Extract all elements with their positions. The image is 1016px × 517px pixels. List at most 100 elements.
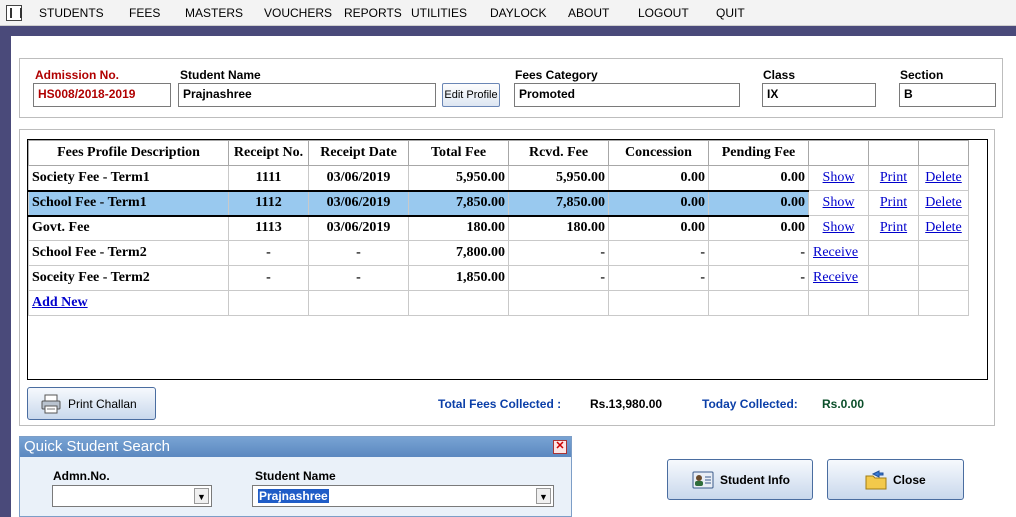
menu-daylock[interactable]: DAYLOCK xyxy=(490,6,546,20)
admn-no-select[interactable]: ▼ xyxy=(52,485,212,507)
fees-category-label: Fees Category xyxy=(515,68,598,82)
edit-profile-button[interactable]: Edit Profile xyxy=(442,83,500,107)
add-new-row: Add New xyxy=(28,290,969,316)
cell-receipt-no: - xyxy=(228,265,309,291)
empty-cell xyxy=(228,290,309,316)
cell-receipt-date: 03/06/2019 xyxy=(308,165,409,191)
student-name-selected-value: Prajnashree xyxy=(258,489,329,503)
col-header-action-1 xyxy=(808,140,869,166)
section-field[interactable]: B xyxy=(899,83,996,107)
cell-pending-fee: 0.00 xyxy=(708,189,809,217)
table-row[interactable]: Soceity Fee - Term2 - - 1,850.00 - - - R… xyxy=(28,265,969,291)
admn-no-label: Admn.No. xyxy=(53,469,110,483)
student-name-label: Student Name xyxy=(180,68,261,82)
app-logo-icon xyxy=(6,5,22,21)
chevron-down-icon[interactable]: ▼ xyxy=(194,488,209,504)
delete-link[interactable]: Delete xyxy=(918,165,969,191)
empty-cell xyxy=(868,290,919,316)
cell-pending-fee: - xyxy=(708,265,809,291)
print-link[interactable]: Print xyxy=(868,190,919,216)
menu-vouchers[interactable]: VOUCHERS xyxy=(264,6,332,20)
cell-concession: 0.00 xyxy=(608,189,709,217)
print-link[interactable]: Print xyxy=(868,215,919,241)
cell-receipt-no: 1113 xyxy=(228,215,309,241)
table-row[interactable]: School Fee - Term2 - - 7,800.00 - - - Re… xyxy=(28,240,969,266)
col-header-pending-fee: Pending Fee xyxy=(708,140,809,166)
chevron-down-icon[interactable]: ▼ xyxy=(536,488,551,504)
close-icon[interactable]: ✕ xyxy=(553,440,567,454)
cell-rcvd-fee: 5,950.00 xyxy=(508,165,609,191)
menu-logout[interactable]: LOGOUT xyxy=(638,6,689,20)
col-header-description: Fees Profile Description xyxy=(28,140,229,166)
show-link[interactable]: Show xyxy=(808,215,869,241)
empty-cell xyxy=(868,265,919,291)
cell-receipt-date: 03/06/2019 xyxy=(308,215,409,241)
empty-cell xyxy=(808,290,869,316)
admission-no-label: Admission No. xyxy=(35,68,120,82)
student-name-field[interactable]: Prajnashree xyxy=(178,83,436,107)
show-link[interactable]: Show xyxy=(808,190,869,216)
table-row[interactable]: Govt. Fee 1113 03/06/2019 180.00 180.00 … xyxy=(28,215,969,241)
quick-student-name-label: Student Name xyxy=(255,469,336,483)
receive-link[interactable]: Receive xyxy=(808,265,869,291)
cell-pending-fee: 0.00 xyxy=(708,215,809,241)
menu-reports[interactable]: REPORTS xyxy=(344,6,402,20)
total-collected-label: Total Fees Collected : xyxy=(438,397,562,411)
table-header-row: Fees Profile Description Receipt No. Rec… xyxy=(28,140,969,166)
empty-cell xyxy=(918,240,969,266)
cell-receipt-date: - xyxy=(308,265,409,291)
cell-description: Soceity Fee - Term2 xyxy=(28,265,229,291)
col-header-total-fee: Total Fee xyxy=(408,140,509,166)
table-row[interactable]: Society Fee - Term1 1111 03/06/2019 5,95… xyxy=(28,165,969,191)
empty-cell xyxy=(918,290,969,316)
close-button[interactable]: Close xyxy=(827,459,964,500)
menu-masters[interactable]: MASTERS xyxy=(185,6,243,20)
cell-receipt-no: - xyxy=(228,240,309,266)
student-info-label: Student Info xyxy=(720,472,790,487)
empty-cell xyxy=(508,290,609,316)
id-card-icon xyxy=(692,471,714,489)
student-name-select[interactable]: Prajnashree ▼ xyxy=(252,485,554,507)
cell-rcvd-fee: - xyxy=(508,240,609,266)
col-header-action-2 xyxy=(868,140,919,166)
admission-no-field[interactable]: HS008/2018-2019 xyxy=(33,83,171,107)
cell-description: School Fee - Term1 xyxy=(28,189,229,217)
fees-grid: Fees Profile Description Receipt No. Rec… xyxy=(27,139,988,380)
empty-cell xyxy=(868,240,919,266)
menu-bar: STUDENTS FEES MASTERS VOUCHERS REPORTS U… xyxy=(0,0,1016,26)
receive-link[interactable]: Receive xyxy=(808,240,869,266)
menu-utilities[interactable]: UTILITIES xyxy=(411,6,467,20)
cell-total-fee: 7,850.00 xyxy=(408,189,509,217)
cell-receipt-no: 1112 xyxy=(228,189,309,217)
table-row-selected[interactable]: School Fee - Term1 1112 03/06/2019 7,850… xyxy=(28,189,969,217)
quick-search-title: Quick Student Search xyxy=(20,437,571,457)
add-new-link[interactable]: Add New xyxy=(28,290,229,316)
fees-category-field[interactable]: Promoted xyxy=(514,83,740,107)
total-collected-value: Rs.13,980.00 xyxy=(590,397,663,411)
cell-concession: 0.00 xyxy=(608,215,709,241)
col-header-action-3 xyxy=(918,140,969,166)
cell-description: Govt. Fee xyxy=(28,215,229,241)
menu-fees[interactable]: FEES xyxy=(129,6,160,20)
cell-concession: 0.00 xyxy=(608,165,709,191)
menu-students[interactable]: STUDENTS xyxy=(39,6,104,20)
cell-concession: - xyxy=(608,265,709,291)
student-info-button[interactable]: Student Info xyxy=(667,459,813,500)
col-header-receipt-date: Receipt Date xyxy=(308,140,409,166)
cell-concession: - xyxy=(608,240,709,266)
print-challan-button[interactable]: Print Challan xyxy=(27,387,156,420)
empty-cell xyxy=(308,290,409,316)
menu-quit[interactable]: QUIT xyxy=(716,6,745,20)
delete-link[interactable]: Delete xyxy=(918,215,969,241)
empty-cell xyxy=(918,265,969,291)
fees-table: Fees Profile Description Receipt No. Rec… xyxy=(28,140,969,316)
print-link[interactable]: Print xyxy=(868,165,919,191)
empty-cell xyxy=(608,290,709,316)
class-field[interactable]: IX xyxy=(762,83,876,107)
menu-about[interactable]: ABOUT xyxy=(568,6,609,20)
quick-search-panel: Quick Student Search ✕ Admn.No. ▼ Studen… xyxy=(19,436,572,517)
show-link[interactable]: Show xyxy=(808,165,869,191)
delete-link[interactable]: Delete xyxy=(918,190,969,216)
cell-description: School Fee - Term2 xyxy=(28,240,229,266)
empty-cell xyxy=(408,290,509,316)
